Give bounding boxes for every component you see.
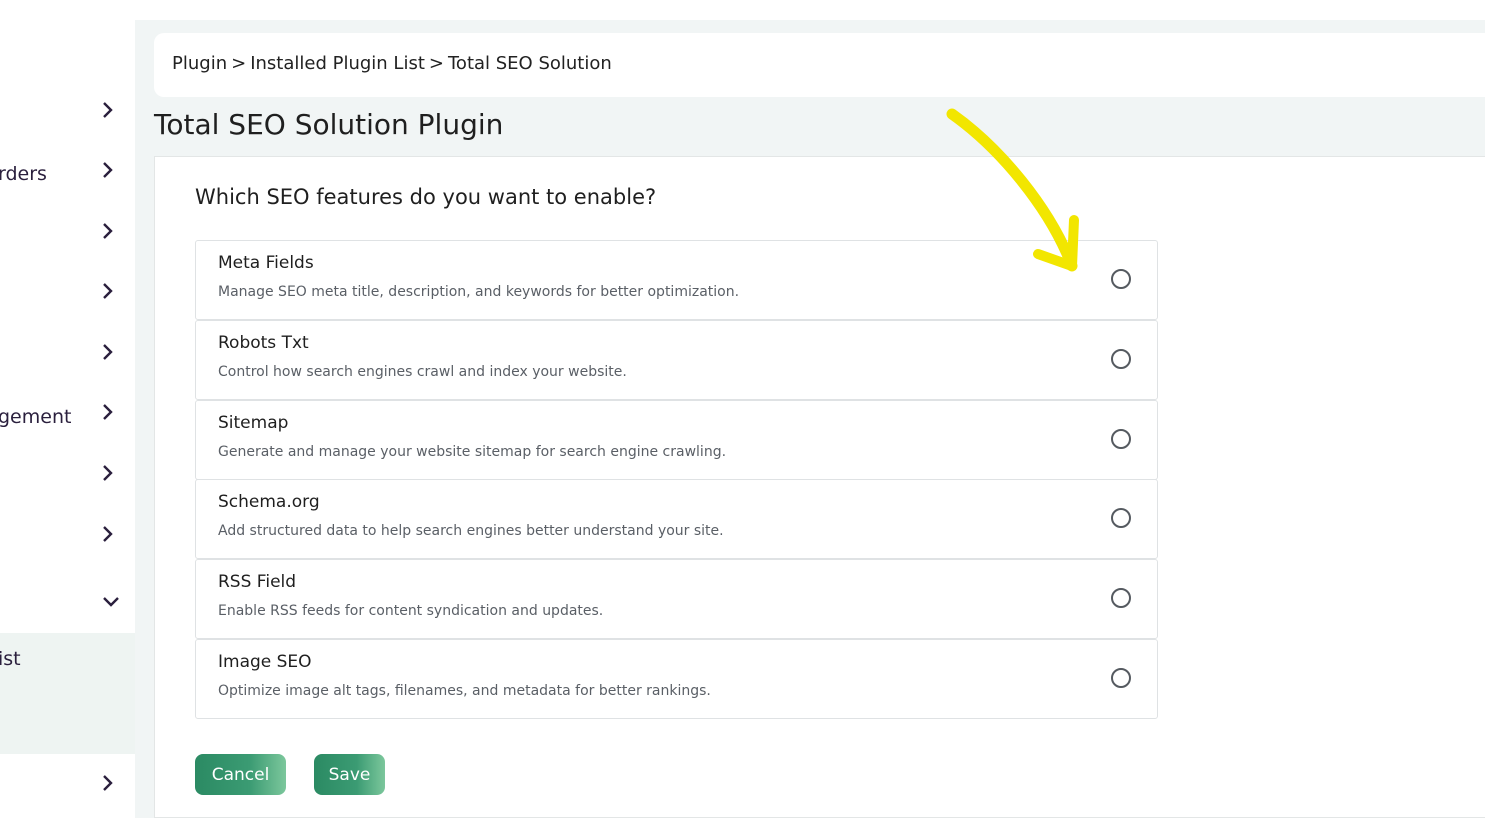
option-sitemap[interactable]: Sitemap Generate and manage your website… xyxy=(195,400,1158,480)
breadcrumb-separator: > xyxy=(428,53,444,74)
chevron-right-icon xyxy=(96,99,118,121)
breadcrumb-bar: Plugin > Installed Plugin List > Total SEO S… xyxy=(154,33,1485,97)
sidebar-item-1[interactable] xyxy=(0,90,135,130)
option-title: Image SEO xyxy=(218,652,312,672)
sidebar-item-label: gement xyxy=(0,406,72,428)
sidebar-item-3[interactable] xyxy=(0,211,135,251)
option-description: Enable RSS feeds for content syndication… xyxy=(218,603,604,619)
option-description: Optimize image alt tags, filenames, and … xyxy=(218,683,711,699)
sidebar-item-7[interactable] xyxy=(0,453,135,493)
option-description: Add structured data to help search engin… xyxy=(218,523,724,539)
option-title: Robots Txt xyxy=(218,333,309,353)
option-robots-txt[interactable]: Robots Txt Control how search engines cr… xyxy=(195,320,1158,400)
option-description: Control how search engines crawl and ind… xyxy=(218,364,627,380)
option-title: Sitemap xyxy=(218,413,289,433)
breadcrumb-item-installed-plugin-list[interactable]: Installed Plugin List xyxy=(250,53,425,74)
option-title: Schema.org xyxy=(218,492,320,512)
save-button[interactable]: Save xyxy=(314,754,385,795)
sidebar-active-label: ist xyxy=(0,648,21,670)
sidebar-item-10[interactable] xyxy=(0,763,135,803)
sidebar-item-orders[interactable]: rders xyxy=(0,152,135,192)
option-description: Manage SEO meta title, description, and … xyxy=(218,284,740,300)
chevron-right-icon xyxy=(96,523,118,545)
chevron-right-icon xyxy=(96,159,118,181)
meta-fields-radio[interactable] xyxy=(1111,269,1131,289)
section-question: Which SEO features do you want to enable… xyxy=(195,185,657,209)
option-description: Generate and manage your website sitemap… xyxy=(218,444,727,460)
image-seo-radio[interactable] xyxy=(1111,668,1131,688)
option-title: Meta Fields xyxy=(218,253,314,273)
option-title: RSS Field xyxy=(218,572,297,592)
chevron-right-icon xyxy=(96,280,118,302)
sidebar-item-management[interactable]: gement xyxy=(0,395,135,435)
chevron-right-icon xyxy=(96,772,118,794)
chevron-right-icon xyxy=(96,341,118,363)
option-meta-fields[interactable]: Meta Fields Manage SEO meta title, descr… xyxy=(195,240,1158,320)
cancel-button[interactable]: Cancel xyxy=(195,754,286,795)
chevron-down-icon xyxy=(100,590,122,612)
chevron-right-icon xyxy=(96,401,118,423)
option-image-seo[interactable]: Image SEO Optimize image alt tags, filen… xyxy=(195,639,1158,719)
sitemap-radio[interactable] xyxy=(1111,429,1131,449)
robots-txt-radio[interactable] xyxy=(1111,349,1131,369)
schema-org-radio[interactable] xyxy=(1111,508,1131,528)
sidebar-item-plugin[interactable] xyxy=(0,582,135,622)
sidebar-item-label: rders xyxy=(0,163,47,185)
page-title: Total SEO Solution Plugin xyxy=(154,108,504,141)
option-schema-org[interactable]: Schema.org Add structured data to help s… xyxy=(195,479,1158,559)
sidebar-item-5[interactable] xyxy=(0,332,135,372)
rss-field-radio[interactable] xyxy=(1111,588,1131,608)
sidebar-active-item[interactable]: ist xyxy=(0,633,135,754)
chevron-right-icon xyxy=(96,220,118,242)
breadcrumb-item-plugin[interactable]: Plugin xyxy=(172,53,227,74)
sidebar-item-4[interactable] xyxy=(0,271,135,311)
breadcrumb-separator: > xyxy=(231,53,247,74)
chevron-right-icon xyxy=(96,462,118,484)
sidebar-item-8[interactable] xyxy=(0,514,135,554)
breadcrumb-item-current: Total SEO Solution xyxy=(448,53,612,74)
option-rss-field[interactable]: RSS Field Enable RSS feeds for content s… xyxy=(195,559,1158,639)
breadcrumb: Plugin > Installed Plugin List > Total SEO S… xyxy=(172,53,612,74)
sidebar: ist rders gement xyxy=(0,0,135,818)
